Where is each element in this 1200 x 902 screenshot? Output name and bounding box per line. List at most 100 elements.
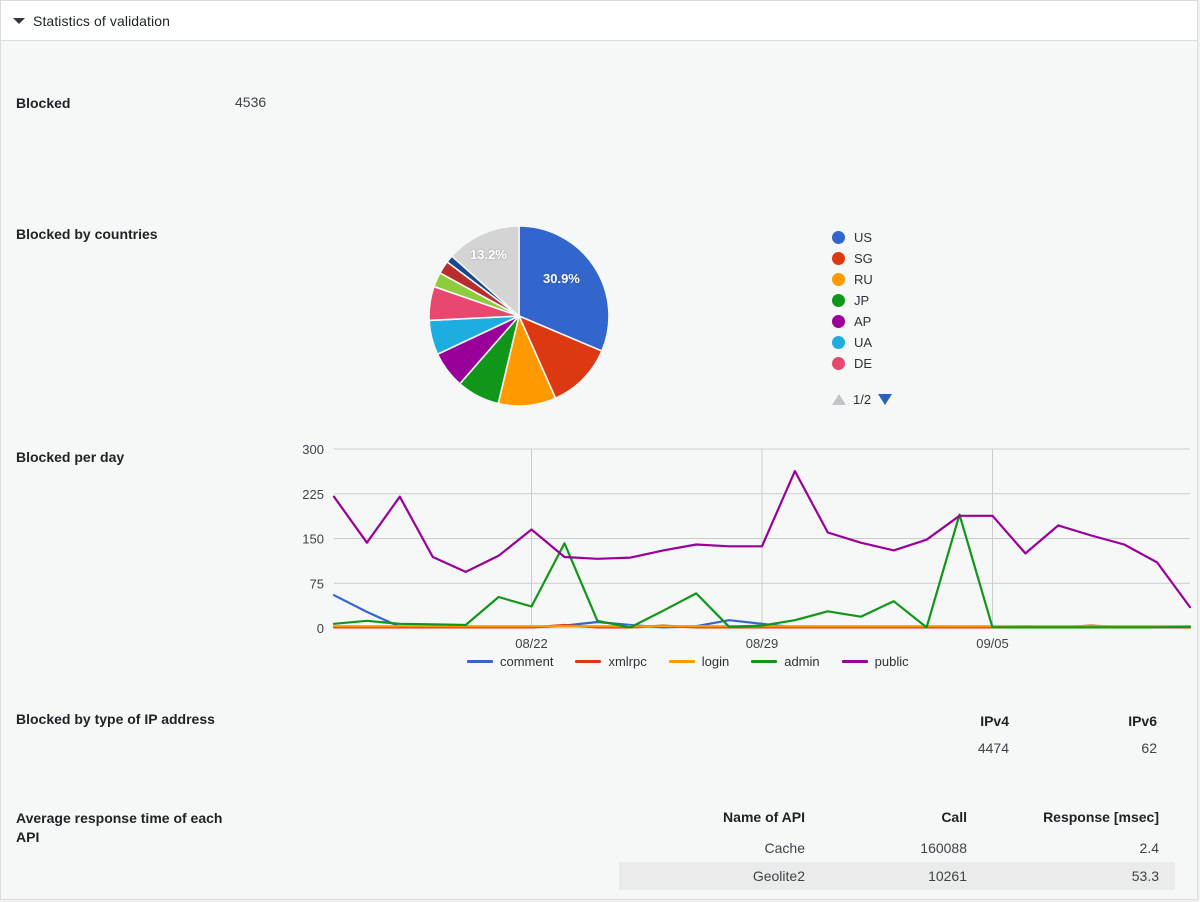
countries-legend: US SG RU JP AP UA DE: [832, 227, 992, 374]
cell-api-response: 2.4: [1139, 839, 1159, 856]
line-chart-svg: 0 75 150 225 300 08/22 08/29 09/05: [302, 442, 1192, 651]
column-header-response: Response [msec]: [1043, 808, 1159, 825]
y-axis-tick-label: 150: [302, 531, 324, 546]
legend-color-dot: [832, 230, 845, 244]
line-legend-swatch: [467, 659, 493, 663]
column-header-name-of-api: Name of API: [723, 808, 805, 825]
legend-item-jp[interactable]: JP: [832, 290, 992, 311]
legend-item-ua[interactable]: UA: [832, 332, 992, 353]
row-body-blocked: 4536: [235, 94, 1197, 113]
x-axis-tick-label: 09/05: [976, 636, 1009, 651]
row-blocked-per-day: Blocked per day 0 75 150 225 300 08/22 08/29 09…: [1, 437, 1197, 697]
legend-label: UA: [854, 334, 873, 350]
ip-type-table: IPv4 IPv6 4474 62: [879, 710, 1175, 759]
pager-page-indicator: 1/2: [853, 391, 872, 407]
line-legend-swatch: [751, 659, 778, 663]
column-header-call: Call: [941, 808, 967, 825]
row-body-average-response-time: Name of API Call Response [msec] Cache 16…: [235, 809, 1197, 899]
column-header-ipv6: IPv6: [1128, 712, 1157, 729]
legend-item-us[interactable]: US: [832, 227, 992, 248]
legend-label: RU: [854, 271, 873, 287]
legend-label: US: [854, 229, 873, 245]
row-body-blocked-by-countries: 30.9% 13.2% US SG RU JP AP UA DE 1/2: [235, 225, 1197, 437]
line-legend-swatch: [575, 659, 602, 663]
legend-item-sg[interactable]: SG: [832, 248, 992, 269]
y-axis-tick-label: 75: [310, 576, 324, 591]
row-label-blocked-by-ip-type: Blocked by type of IP address: [16, 710, 215, 727]
line-legend-item-comment[interactable]: comment: [467, 654, 553, 669]
legend-color-dot: [832, 356, 845, 370]
row-body-blocked-per-day: 0 75 150 225 300 08/22 08/29 09/05 comment xmlrp…: [235, 442, 1197, 697]
statistics-panel: Statistics of validation Blocked 4536 Bl…: [0, 0, 1198, 900]
line-legend-item-public[interactable]: public: [841, 653, 909, 669]
legend-label: SG: [854, 250, 873, 266]
triangle-down-icon[interactable]: [878, 393, 893, 405]
legend-item-ap[interactable]: AP: [832, 311, 992, 332]
pie-slice-label-us: 30.9%: [543, 270, 580, 286]
cell-api-name: Cache: [764, 839, 805, 856]
row-label-blocked-by-countries: Blocked by countries: [16, 225, 158, 242]
table-row: 4474 62: [879, 732, 1175, 759]
page-title: Statistics of validation: [33, 12, 171, 29]
legend-item-ru[interactable]: RU: [832, 269, 992, 290]
cell-api-call: 160088: [920, 839, 967, 856]
legend-item-de[interactable]: DE: [832, 353, 992, 374]
row-label-average-response-time: Average response time of each API: [16, 809, 223, 845]
legend-label: AP: [854, 313, 872, 329]
x-axis-tick-label: 08/29: [746, 636, 779, 651]
y-axis-tick-label: 225: [302, 487, 324, 502]
cell-api-response: 75.1: [983, 890, 1175, 899]
cell-api-name: Maxmind: [619, 890, 821, 899]
api-response-table: Name of API Call Response [msec] Cache 16…: [619, 800, 1175, 899]
column-header-ipv4: IPv4: [980, 712, 1009, 729]
table-row: Cache 160088 2.4: [619, 834, 1175, 862]
table-header-row: IPv4 IPv6: [879, 710, 1175, 732]
legend-label: JP: [854, 292, 870, 308]
table-row: Geolite2 10261 53.3: [619, 861, 1175, 890]
line-legend-swatch: [841, 659, 868, 663]
panel-header[interactable]: Statistics of validation: [1, 1, 1197, 41]
countries-pie-chart[interactable]: 30.9% 13.2%: [427, 224, 611, 408]
blocked-per-day-chart[interactable]: 0 75 150 225 300 08/22 08/29 09/05: [290, 442, 1197, 683]
line-chart-legend: comment xmlrpc login admin public: [467, 654, 909, 669]
legend-color-dot: [832, 314, 845, 328]
triangle-up-icon[interactable]: [832, 393, 846, 405]
row-label-blocked: Blocked: [16, 95, 71, 111]
row-average-response-time: Average response time of each API Name o…: [1, 796, 1197, 899]
table-row: Maxmind26175.1: [619, 890, 1175, 899]
blocked-total-value: 4536: [235, 94, 267, 110]
pie-slice-label-others: 13.2%: [470, 246, 507, 262]
line-legend-label: xmlrpc: [608, 653, 647, 669]
table-header-row: Name of API Call Response [msec]: [619, 800, 1175, 834]
legend-color-dot: [832, 251, 845, 265]
legend-label: DE: [854, 355, 873, 371]
statistics-rows: Blocked 4536 Blocked by countries 30.9% …: [1, 41, 1197, 899]
line-legend-label: admin: [784, 653, 820, 669]
cell-api-response: 53.3: [1131, 867, 1159, 884]
y-axis-tick-label: 300: [302, 442, 324, 457]
line-legend-label: login: [701, 653, 730, 669]
y-axis-tick-label: 0: [317, 621, 324, 636]
cell-api-name: Geolite2: [752, 867, 805, 884]
countries-legend-pager: 1/2: [832, 391, 893, 407]
row-body-blocked-by-ip-type: IPv4 IPv6 4474 62: [235, 710, 1197, 796]
cell-api-call: 10261: [928, 867, 967, 884]
line-legend-label: public: [874, 653, 909, 669]
line-legend-item-login[interactable]: login: [668, 653, 730, 669]
cell-api-call: 261: [821, 890, 983, 899]
line-legend-item-xmlrpc[interactable]: xmlrpc: [575, 653, 647, 669]
caret-down-icon[interactable]: [13, 17, 25, 24]
line-legend-item-admin[interactable]: admin: [751, 653, 820, 669]
pie-svg: [428, 225, 610, 407]
line-legend-swatch: [668, 659, 695, 663]
row-blocked-by-ip-type: Blocked by type of IP address IPv4 IPv6 …: [1, 697, 1197, 796]
row-blocked: Blocked 4536: [1, 41, 1197, 113]
cell-ipv4-count: 4474: [977, 739, 1009, 756]
legend-color-dot: [832, 293, 845, 307]
row-blocked-by-countries: Blocked by countries 30.9% 13.2% US SG RU J…: [1, 113, 1197, 437]
x-axis-tick-label: 08/22: [515, 636, 548, 651]
legend-color-dot: [832, 335, 845, 349]
row-label-blocked-per-day: Blocked per day: [16, 448, 125, 465]
cell-ipv6-count: 62: [1141, 739, 1157, 756]
line-legend-label: comment: [500, 653, 554, 669]
